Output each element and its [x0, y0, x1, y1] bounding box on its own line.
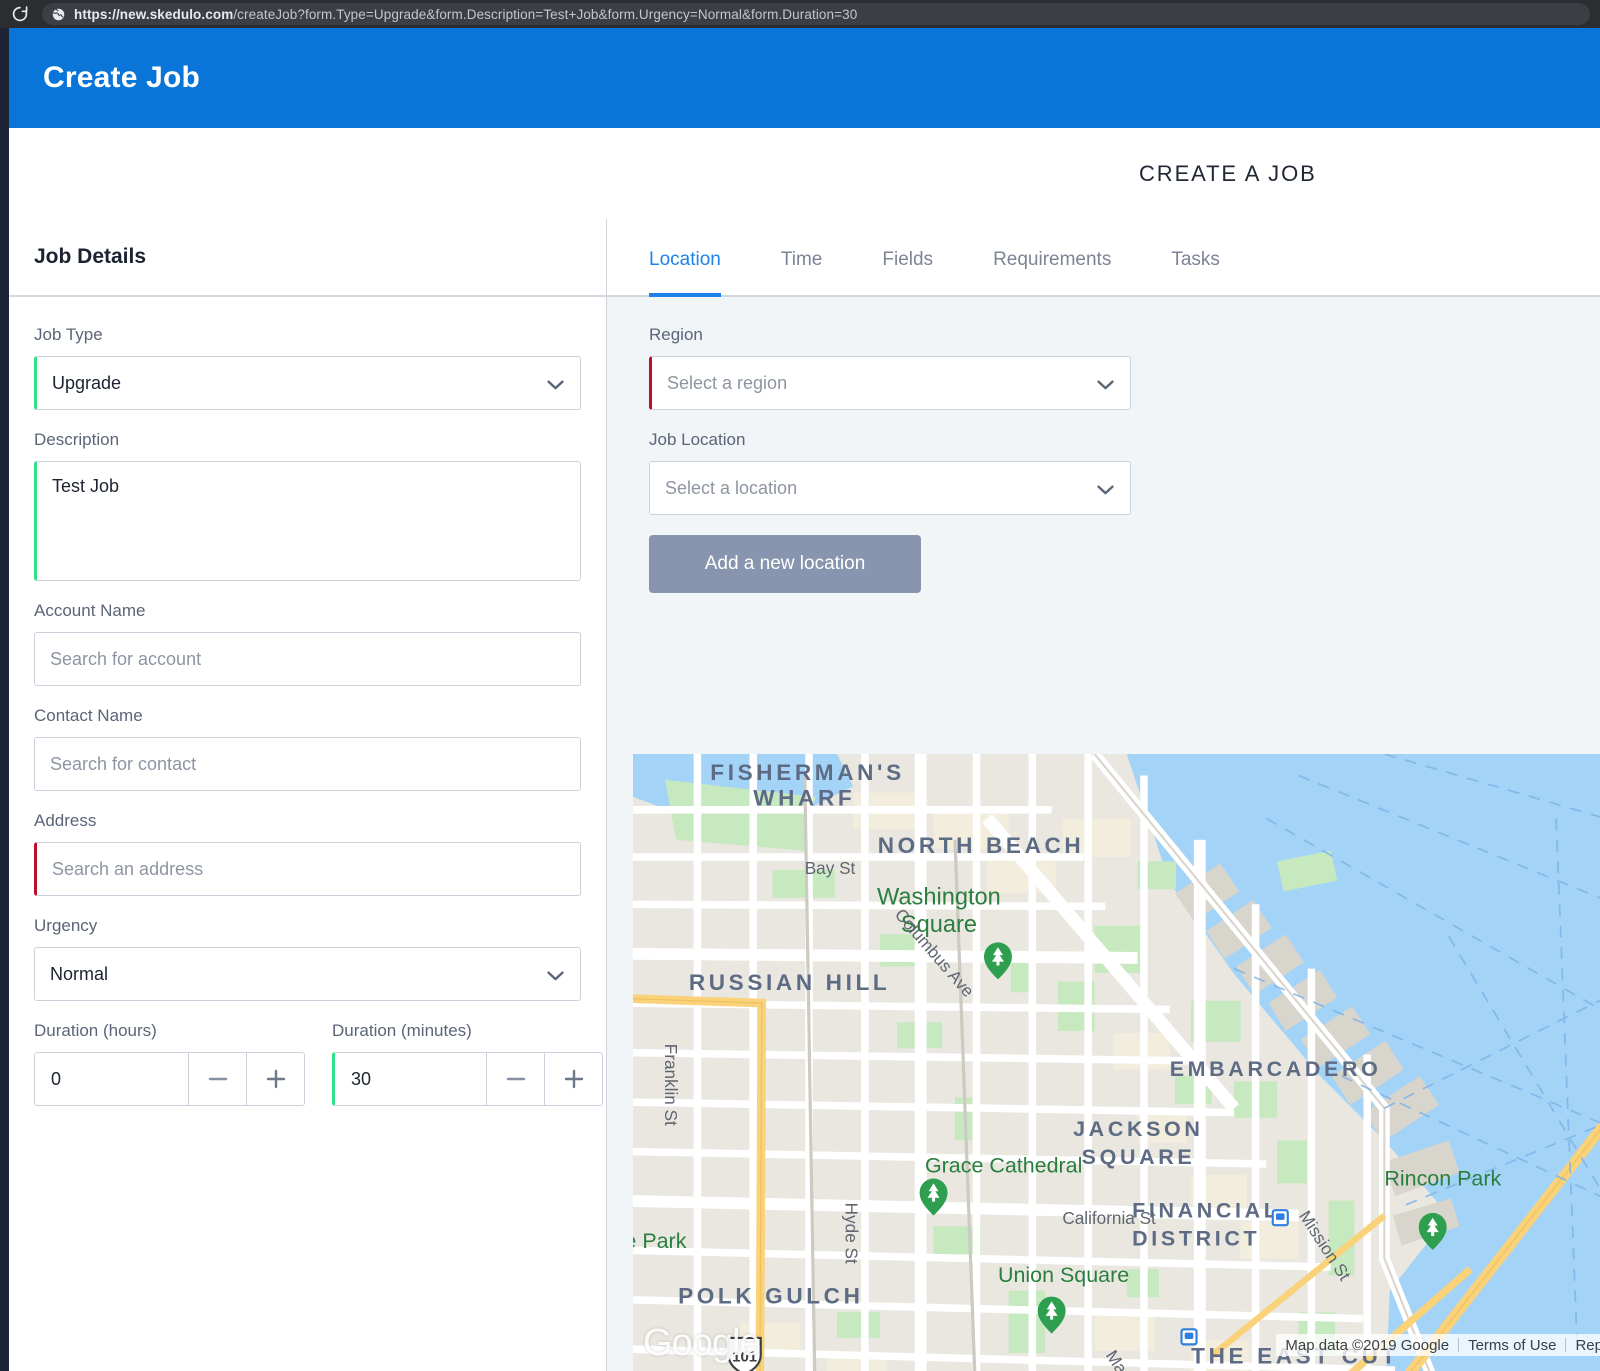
- url-input[interactable]: https://new.skedulo.com/createJob?form.T…: [42, 3, 1590, 25]
- region-label: Region: [649, 325, 1131, 345]
- svg-text:POLK GULCH: POLK GULCH: [678, 1284, 863, 1309]
- contact-name-placeholder: Search for contact: [50, 754, 196, 775]
- tab-fields[interactable]: Fields: [882, 249, 933, 297]
- field-account-name: Account Name Search for account: [34, 601, 581, 686]
- duration-minutes-decrement[interactable]: [486, 1053, 544, 1105]
- svg-text:EMBARCADERO: EMBARCADERO: [1170, 1057, 1382, 1081]
- duration-hours-decrement[interactable]: [188, 1053, 246, 1105]
- job-details-panel: Job Details Job Type Upgrade Description…: [9, 219, 607, 1371]
- chevron-down-icon: [1097, 483, 1114, 494]
- job-details-title: Job Details: [34, 245, 146, 269]
- add-new-location-button[interactable]: Add a new location: [649, 535, 921, 593]
- svg-text:Rincon Park: Rincon Park: [1384, 1167, 1501, 1191]
- job-location-select[interactable]: Select a location: [649, 461, 1131, 515]
- field-job-location: Job Location Select a location: [649, 430, 1131, 515]
- url-path-part: /createJob?form.Type=Upgrade&form.Descri…: [233, 7, 857, 22]
- svg-text:California St: California St: [1062, 1208, 1156, 1228]
- job-type-label: Job Type: [34, 325, 581, 345]
- map-data-text: Map data ©2019 Google: [1276, 1337, 1458, 1354]
- duration-minutes-value: 30: [335, 1053, 486, 1105]
- page-title: CREATE A JOB: [1139, 161, 1317, 187]
- location-form: Region Select a region Job Location Sele…: [607, 297, 1600, 1371]
- contact-name-input[interactable]: Search for contact: [34, 737, 581, 791]
- job-type-value: Upgrade: [52, 373, 121, 394]
- svg-text:WHARF: WHARF: [753, 786, 855, 811]
- contact-name-label: Contact Name: [34, 706, 581, 726]
- duration-row: Duration (hours) 0 Duration (minutes): [34, 1021, 581, 1106]
- job-details-form: Job Type Upgrade Description Test Job Ac…: [9, 297, 606, 1371]
- duration-hours-increment[interactable]: [246, 1053, 304, 1105]
- svg-text:e Park: e Park: [633, 1229, 687, 1253]
- app-title: Create Job: [43, 61, 200, 95]
- urgency-select[interactable]: Normal: [34, 947, 581, 1001]
- google-logo: Google: [643, 1322, 760, 1365]
- duration-minutes-label: Duration (minutes): [332, 1021, 603, 1041]
- map-canvas[interactable]: FISHERMAN'S WHARF NORTH BEACH RUSSIAN HI…: [633, 754, 1600, 1371]
- duration-hours-value: 0: [35, 1053, 188, 1105]
- svg-text:Washington: Washington: [877, 884, 1001, 910]
- job-location-placeholder: Select a location: [665, 478, 797, 499]
- url-text: https://new.skedulo.com/createJob?form.T…: [74, 7, 857, 22]
- tab-bar: Location Time Fields Requirements Tasks: [607, 219, 1600, 297]
- browser-url-bar: https://new.skedulo.com/createJob?form.T…: [0, 0, 1600, 28]
- tab-time[interactable]: Time: [781, 249, 823, 297]
- job-location-label: Job Location: [649, 430, 1131, 450]
- map-attribution: Map data ©2019 Google Terms of Use Repor…: [1276, 1334, 1600, 1356]
- urgency-label: Urgency: [34, 916, 581, 936]
- svg-text:RUSSIAN HILL: RUSSIAN HILL: [689, 970, 891, 995]
- svg-text:Union Square: Union Square: [998, 1263, 1129, 1287]
- terms-of-use-link[interactable]: Terms of Use: [1459, 1337, 1565, 1354]
- chevron-down-icon: [1097, 378, 1114, 389]
- reload-icon[interactable]: [10, 4, 30, 24]
- field-job-type: Job Type Upgrade: [34, 325, 581, 410]
- field-description: Description Test Job: [34, 430, 581, 581]
- url-domain-part: https://new.skedulo.com: [74, 7, 233, 22]
- address-input[interactable]: Search an address: [34, 842, 581, 896]
- job-type-select[interactable]: Upgrade: [34, 356, 581, 410]
- field-duration-hours: Duration (hours) 0: [34, 1021, 305, 1106]
- field-urgency: Urgency Normal: [34, 916, 581, 1001]
- description-value: Test Job: [52, 476, 565, 497]
- duration-minutes-increment[interactable]: [544, 1053, 602, 1105]
- field-address: Address Search an address: [34, 811, 581, 896]
- svg-text:Hyde St: Hyde St: [842, 1203, 862, 1264]
- svg-text:FISHERMAN'S: FISHERMAN'S: [710, 760, 904, 785]
- svg-text:JACKSON: JACKSON: [1073, 1117, 1203, 1141]
- address-placeholder: Search an address: [52, 859, 203, 880]
- tab-tasks[interactable]: Tasks: [1171, 249, 1220, 297]
- field-region: Region Select a region: [649, 325, 1131, 410]
- svg-text:DISTRICT: DISTRICT: [1132, 1227, 1260, 1251]
- report-link[interactable]: Report a: [1566, 1337, 1600, 1354]
- job-details-header: Job Details: [9, 219, 606, 297]
- app-header: Create Job: [0, 28, 1600, 128]
- chevron-down-icon: [547, 378, 564, 389]
- tab-requirements[interactable]: Requirements: [993, 249, 1111, 297]
- description-label: Description: [34, 430, 581, 450]
- svg-text:Franklin St: Franklin St: [661, 1044, 681, 1126]
- main-content: Job Details Job Type Upgrade Description…: [0, 219, 1600, 1371]
- duration-minutes-stepper[interactable]: 30: [332, 1052, 603, 1106]
- field-duration-minutes: Duration (minutes) 30: [332, 1021, 603, 1106]
- chevron-down-icon: [547, 969, 564, 980]
- duration-hours-stepper[interactable]: 0: [34, 1052, 305, 1106]
- account-name-placeholder: Search for account: [50, 649, 201, 670]
- region-select[interactable]: Select a region: [649, 356, 1131, 410]
- page-title-strip: CREATE A JOB: [0, 128, 1600, 219]
- location-panel: Location Time Fields Requirements Tasks …: [607, 219, 1600, 1371]
- account-name-label: Account Name: [34, 601, 581, 621]
- globe-icon: [52, 8, 65, 21]
- address-label: Address: [34, 811, 581, 831]
- duration-hours-label: Duration (hours): [34, 1021, 305, 1041]
- svg-text:Bay St: Bay St: [805, 858, 856, 878]
- tab-location[interactable]: Location: [649, 249, 721, 297]
- urgency-value: Normal: [50, 964, 108, 985]
- svg-text:NORTH BEACH: NORTH BEACH: [878, 833, 1085, 858]
- svg-text:SQUARE: SQUARE: [1082, 1145, 1196, 1169]
- description-textarea[interactable]: Test Job: [34, 461, 581, 581]
- account-name-input[interactable]: Search for account: [34, 632, 581, 686]
- region-placeholder: Select a region: [667, 373, 787, 394]
- field-contact-name: Contact Name Search for contact: [34, 706, 581, 791]
- svg-text:Grace Cathedral: Grace Cathedral: [925, 1154, 1082, 1178]
